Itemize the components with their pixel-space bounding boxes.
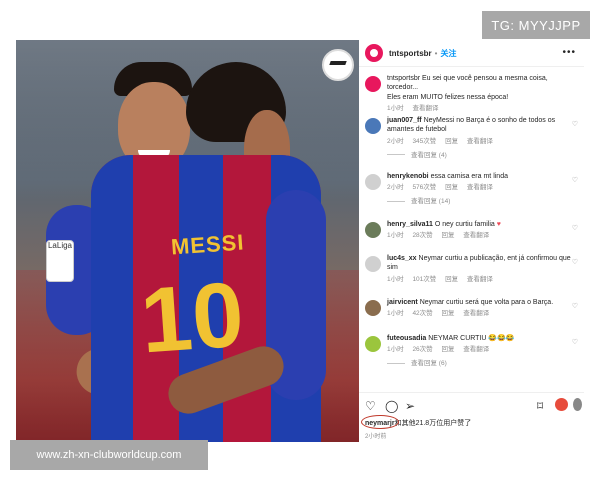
comment-text: Neymar curtiu será que volta para o Barç… xyxy=(417,299,554,306)
caption-line1: tntsportsbr Eu sei que você pensou a mes… xyxy=(387,75,548,92)
like-heart-icon[interactable]: ♡ xyxy=(572,224,578,232)
comment-username[interactable]: luc4s_xx xyxy=(387,255,417,262)
like-heart-icon[interactable]: ♡ xyxy=(572,258,578,266)
comment-meta: 2小时 576次赞 回复 查看翻译 xyxy=(387,184,493,192)
comment-username[interactable]: henry_silva11 xyxy=(387,221,433,228)
laliga-logo: LaLiga xyxy=(46,240,74,282)
tg-watermark-badge: TG: MYYJJPP xyxy=(482,11,590,39)
post-photo: MESSI 10 LaLiga xyxy=(16,40,359,442)
highlight-circle xyxy=(361,415,399,429)
caption-meta: 1小时 查看翻译 xyxy=(387,105,439,113)
likes-summary: neymarjr和其他21.8万位用户赞了 xyxy=(361,415,472,429)
jersey-number: 10 xyxy=(137,263,247,373)
comment-icon[interactable]: ◯ xyxy=(385,400,398,412)
jersey-name: MESSI xyxy=(170,229,246,260)
like-heart-icon[interactable]: ♡ xyxy=(365,400,376,412)
comments-list: tntsportsbr Eu sei que você pensou a mes… xyxy=(359,70,584,384)
post-timestamp: 2小时前 xyxy=(365,434,387,440)
like-heart-icon[interactable]: ♡ xyxy=(572,338,578,346)
tnt-sports-logo xyxy=(322,49,354,81)
comment-text: O ney curtiu familia xyxy=(432,221,495,228)
like-heart-icon[interactable]: ♡ xyxy=(572,176,578,184)
avatar[interactable] xyxy=(365,222,381,238)
avatar[interactable] xyxy=(365,174,381,190)
share-send-icon[interactable]: ➢ xyxy=(405,400,415,412)
comment-username[interactable]: futeousadia xyxy=(387,335,426,342)
follow-button[interactable]: 关注 xyxy=(440,48,456,59)
comment-meta: 1小时 28次赞 回复 查看翻译 xyxy=(387,232,490,240)
instagram-post-screenshot: MESSI 10 LaLiga tntsportsbr • 关注 ••• tnt… xyxy=(16,40,584,442)
like-heart-icon[interactable]: ♡ xyxy=(572,120,578,128)
avatar[interactable] xyxy=(365,336,381,352)
likes-count-text[interactable]: 和其他21.8万位用户赞了 xyxy=(395,420,472,427)
comment-meta: 1小时 42次赞 回复 查看翻译 xyxy=(387,310,490,318)
avatar[interactable] xyxy=(365,118,381,134)
view-replies-link[interactable]: 查看回复 (6) xyxy=(387,360,573,369)
heart-emoji-icon: ♥ xyxy=(496,221,501,228)
avatar[interactable] xyxy=(365,44,383,62)
more-options-icon[interactable]: ••• xyxy=(562,47,576,58)
comment-username[interactable]: henrykenobi xyxy=(387,173,429,180)
view-replies-link[interactable]: 查看回复 (4) xyxy=(387,152,573,161)
bookmark-icon[interactable]: ⌑ xyxy=(537,400,543,412)
comment-username[interactable]: jairvicent xyxy=(387,299,418,306)
avatar[interactable] xyxy=(365,76,381,92)
dot-separator: • xyxy=(434,48,438,58)
post-side-panel: tntsportsbr • 关注 ••• tntsportsbr Eu sei … xyxy=(359,40,584,442)
comment-text: essa camisa era mt linda xyxy=(428,173,508,180)
post-header: tntsportsbr • 关注 ••• xyxy=(359,40,584,67)
avatar[interactable] xyxy=(365,256,381,272)
comment-meta: 2小时 345次赞 回复 查看翻译 xyxy=(387,137,493,145)
comment-meta: 1小时 26次赞 回复 查看翻译 xyxy=(387,346,490,354)
comment-meta: 1小时 101次赞 回复 查看翻译 xyxy=(387,275,493,283)
like-heart-icon[interactable]: ♡ xyxy=(572,302,578,310)
avatar[interactable] xyxy=(365,300,381,316)
website-watermark-banner: www.zh-xn-clubworldcup.com xyxy=(10,440,208,470)
download-icon[interactable] xyxy=(555,398,568,411)
view-replies-link[interactable]: 查看回复 (14) xyxy=(387,198,573,207)
post-actions-bar: ♡ ◯ ➢ ⌑ xyxy=(359,392,584,415)
comment-text: NEYMAR CURTIU 😂😂😂 xyxy=(426,335,515,342)
comment-username[interactable]: juan007_ff xyxy=(387,117,422,124)
header-username[interactable]: tntsportsbr xyxy=(389,49,432,58)
caption-line2: Eles eram MUITO felizes nessa época! xyxy=(387,93,509,101)
more-icon[interactable] xyxy=(573,398,582,411)
